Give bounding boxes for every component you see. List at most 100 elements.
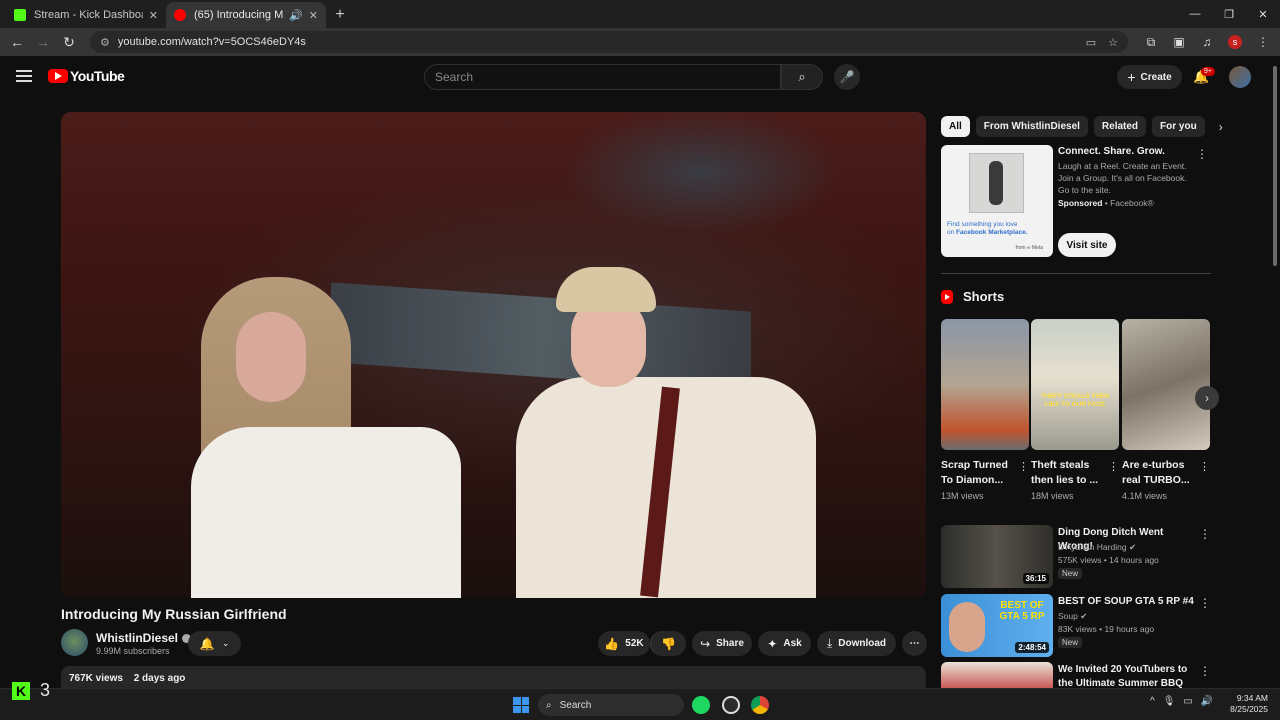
short-thumbnail[interactable] bbox=[941, 319, 1029, 450]
short-item[interactable]: Scrap Turned To Diamon... 13M views ⋮ bbox=[941, 319, 1029, 501]
extensions-icon[interactable]: ⧉ bbox=[1140, 31, 1162, 53]
windows-start-icon[interactable] bbox=[513, 697, 529, 713]
like-button[interactable]: 👍 52K bbox=[598, 631, 650, 656]
subscription-notifications-button[interactable]: 🔔 ⌄ bbox=[188, 631, 241, 656]
voice-search-icon[interactable]: 🎤 bbox=[834, 64, 860, 90]
spotify-icon[interactable] bbox=[692, 696, 710, 714]
chip-for-you[interactable]: For you bbox=[1152, 116, 1205, 137]
browser-menu-icon[interactable]: ⋮ bbox=[1252, 31, 1274, 53]
more-vertical-icon[interactable]: ⋮ bbox=[1199, 460, 1210, 473]
back-icon[interactable]: ← bbox=[6, 31, 28, 53]
related-video[interactable]: BEST OF GTA 5 RP 2:48:54 BEST OF SOUP GT… bbox=[941, 594, 1211, 658]
download-button[interactable]: ⤓ Download bbox=[817, 631, 896, 656]
speaker-icon[interactable]: 🔊 bbox=[289, 9, 303, 22]
display-icon[interactable]: ▭ bbox=[1183, 696, 1192, 707]
chrome-icon[interactable] bbox=[751, 696, 769, 714]
share-button[interactable]: ↪ Share bbox=[692, 631, 752, 656]
description-box[interactable]: 767K views 2 days ago bbox=[61, 666, 926, 688]
taskbar: ⌕ Search ^ 🎙 ▭ 🔊 9:34 AM 8/25/2025 bbox=[0, 688, 1280, 720]
related-video[interactable]: We Invited 20 YouTubers to the Ultimate … bbox=[941, 662, 1211, 688]
video-player[interactable] bbox=[61, 112, 926, 598]
scrollbar[interactable] bbox=[1270, 56, 1280, 688]
tab-title: (65) Introducing My Russian bbox=[194, 9, 284, 21]
more-actions-button[interactable]: ⋯ bbox=[902, 631, 927, 656]
url-text: youtube.com/watch?v=5OCS46eDY4s bbox=[117, 36, 306, 48]
kick-count: 3 bbox=[40, 680, 51, 700]
short-thumbnail[interactable]: THEFT STEALS THEN LIES TO OUR FACE bbox=[1031, 319, 1119, 450]
shorts-icon bbox=[941, 289, 953, 304]
short-title: Theft steals then lies to ... bbox=[1031, 459, 1099, 486]
new-tab-button[interactable]: + bbox=[326, 2, 354, 28]
short-thumbnail[interactable] bbox=[1122, 319, 1210, 450]
close-tab-icon[interactable]: ✕ bbox=[309, 9, 318, 22]
close-tab-icon[interactable]: ✕ bbox=[149, 9, 158, 22]
short-item[interactable]: Are e-turbos real TURBO... 4.1M views ⋮ bbox=[1122, 319, 1210, 501]
channel-avatar[interactable] bbox=[61, 629, 88, 656]
ask-button[interactable]: ✦ Ask bbox=[758, 631, 811, 656]
more-vertical-icon[interactable]: ⋮ bbox=[1196, 147, 1208, 161]
site-info-icon[interactable]: ⚙ bbox=[100, 36, 110, 49]
chip-related[interactable]: Related bbox=[1093, 116, 1147, 137]
video-duration: 2:48:54 bbox=[1015, 642, 1049, 653]
forward-icon[interactable]: → bbox=[32, 31, 54, 53]
video-duration: 36:15 bbox=[1022, 573, 1049, 584]
volume-icon[interactable]: 🔊 bbox=[1201, 696, 1213, 707]
ad-image-caption: Find something you love on Facebook Mark… bbox=[947, 221, 1028, 237]
more-vertical-icon[interactable]: ⋮ bbox=[1199, 596, 1211, 610]
taskbar-clock[interactable]: 9:34 AM 8/25/2025 bbox=[1226, 693, 1268, 716]
install-icon[interactable]: ▭ bbox=[1086, 36, 1096, 49]
chevron-up-icon[interactable]: ^ bbox=[1150, 696, 1155, 707]
sponsored-ad[interactable]: Find something you love on Facebook Mark… bbox=[941, 145, 1211, 260]
profile-icon[interactable]: s bbox=[1224, 31, 1246, 53]
minimize-icon[interactable]: — bbox=[1178, 0, 1212, 28]
dislike-button[interactable]: 👎 bbox=[650, 631, 686, 656]
thumbnail-face bbox=[949, 602, 985, 652]
upload-date: 2 days ago bbox=[133, 673, 186, 684]
video-title: We Invited 20 YouTubers to the Ultimate … bbox=[1058, 664, 1188, 688]
chevron-right-icon[interactable]: › bbox=[1219, 120, 1223, 134]
video-thumbnail[interactable]: BEST OF GTA 5 RP 2:48:54 bbox=[941, 594, 1053, 657]
youtube-logo[interactable]: YouTube bbox=[48, 68, 125, 84]
more-vertical-icon[interactable]: ⋮ bbox=[1199, 527, 1211, 541]
visit-site-button[interactable]: Visit site bbox=[1058, 233, 1116, 257]
tab-kick-dashboard[interactable]: Stream - Kick Dashboard ✕ bbox=[6, 2, 166, 28]
chip-all[interactable]: All bbox=[941, 116, 970, 137]
close-window-icon[interactable]: ✕ bbox=[1246, 0, 1280, 28]
menu-icon[interactable] bbox=[16, 70, 32, 82]
short-item[interactable]: THEFT STEALS THEN LIES TO OUR FACE Theft… bbox=[1031, 319, 1119, 501]
system-tray: ^ 🎙 ▭ 🔊 bbox=[1150, 696, 1213, 707]
video-thumbnail[interactable] bbox=[941, 662, 1053, 688]
channel-name[interactable]: WhistlinDiesel bbox=[96, 631, 192, 645]
clock-time: 9:34 AM bbox=[1236, 693, 1268, 703]
video-thumbnail[interactable]: 36:15 bbox=[941, 525, 1053, 588]
bell-icon: 🔔 bbox=[199, 636, 215, 651]
account-avatar[interactable] bbox=[1229, 66, 1251, 88]
share-icon: ↪ bbox=[700, 636, 711, 651]
create-button[interactable]: + Create bbox=[1117, 65, 1182, 89]
side-panel-icon[interactable]: ▣ bbox=[1168, 31, 1190, 53]
search-input[interactable]: Search bbox=[424, 64, 781, 90]
reload-icon[interactable]: ↻ bbox=[58, 31, 80, 53]
new-badge: New bbox=[1058, 568, 1083, 579]
more-vertical-icon[interactable]: ⋮ bbox=[1199, 664, 1211, 678]
thumbs-up-icon: 👍 bbox=[604, 636, 620, 651]
shorts-next-button[interactable]: › bbox=[1195, 386, 1219, 410]
related-video[interactable]: 36:15 Ding Dong Ditch Went Wrong! D'Aydr… bbox=[941, 525, 1211, 589]
obs-icon[interactable] bbox=[722, 696, 740, 714]
more-vertical-icon[interactable]: ⋮ bbox=[1108, 460, 1119, 473]
address-bar[interactable]: ⚙ youtube.com/watch?v=5OCS46eDY4s ▭ ☆ bbox=[90, 31, 1128, 53]
tab-youtube-video[interactable]: (65) Introducing My Russian 🔊 ✕ bbox=[166, 2, 326, 28]
chip-from-channel[interactable]: From WhistlinDiesel bbox=[975, 116, 1088, 137]
ad-title: Connect. Share. Grow. bbox=[1058, 146, 1165, 157]
ad-image[interactable]: Find something you love on Facebook Mark… bbox=[941, 145, 1053, 257]
short-views: 18M views bbox=[1031, 491, 1074, 501]
restore-icon[interactable]: ❐ bbox=[1212, 0, 1246, 28]
scrollbar-thumb[interactable] bbox=[1273, 66, 1277, 266]
taskbar-search[interactable]: ⌕ Search bbox=[538, 694, 684, 716]
search-button[interactable]: ⌕ bbox=[781, 64, 823, 90]
bookmark-star-icon[interactable]: ☆ bbox=[1108, 36, 1118, 49]
search-icon: ⌕ bbox=[798, 69, 806, 84]
media-controls-icon[interactable]: ♫ bbox=[1196, 31, 1218, 53]
more-vertical-icon[interactable]: ⋮ bbox=[1018, 460, 1029, 473]
microphone-icon[interactable]: 🎙 bbox=[1163, 696, 1176, 707]
